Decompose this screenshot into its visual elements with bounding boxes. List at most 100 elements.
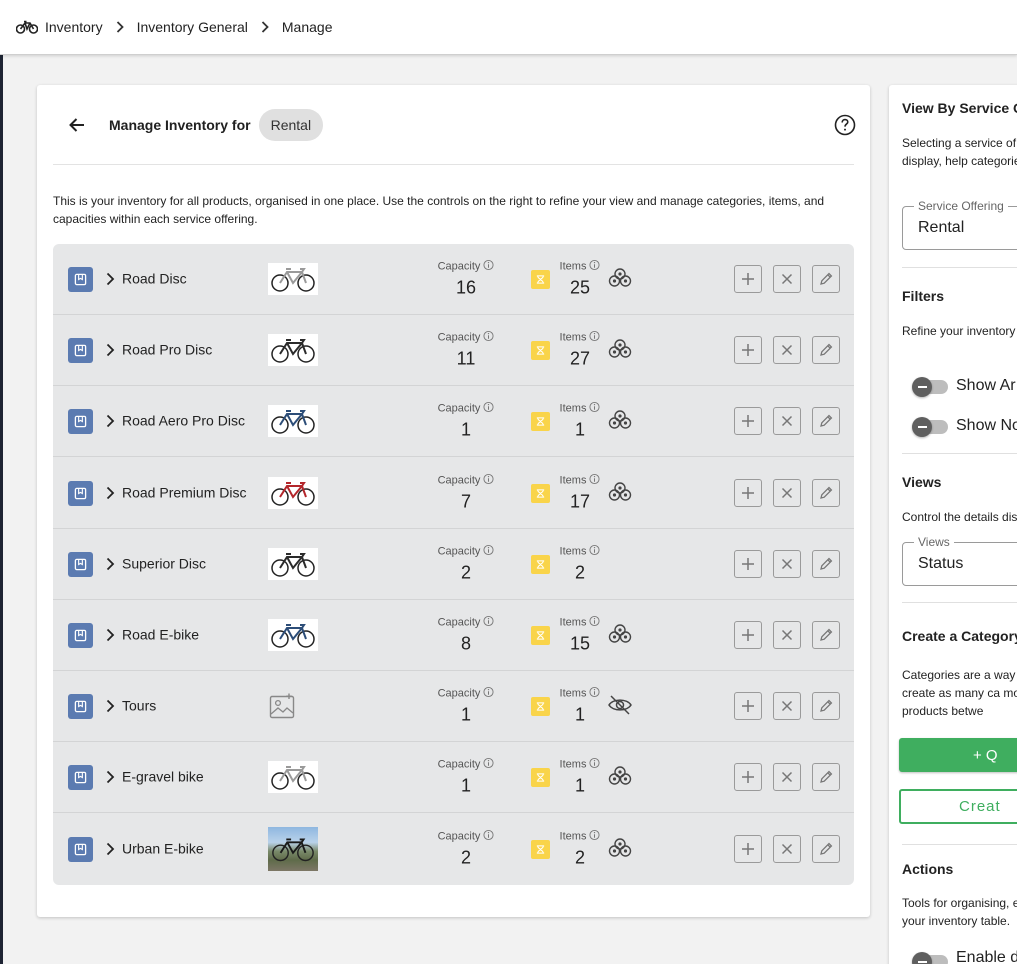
items-value: 2	[574, 847, 585, 868]
delete-button[interactable]	[773, 478, 801, 507]
edit-button[interactable]	[812, 265, 840, 293]
service-offering-label: Service Offering	[914, 199, 1008, 213]
chevron-right-icon[interactable]	[102, 769, 118, 785]
close-icon	[781, 273, 793, 285]
quick-create-button[interactable]: + Q	[899, 738, 1017, 772]
items-value: 17	[569, 491, 591, 512]
divider	[902, 453, 1017, 454]
edit-button[interactable]	[812, 549, 840, 578]
actions-title: Actions	[902, 861, 954, 877]
info-icon[interactable]	[589, 830, 600, 844]
chevron-right-icon[interactable]	[102, 627, 118, 643]
category-box-icon	[68, 837, 93, 863]
info-icon[interactable]	[483, 402, 494, 416]
group-items-icon[interactable]	[607, 267, 633, 289]
group-items-icon[interactable]	[607, 623, 633, 645]
info-icon[interactable]	[483, 259, 494, 274]
group-items-icon[interactable]	[607, 338, 633, 360]
add-button[interactable]	[734, 692, 762, 721]
add-button[interactable]	[734, 478, 762, 507]
info-icon[interactable]	[589, 544, 600, 558]
views-select[interactable]: Views Status	[902, 535, 1017, 586]
group-items-icon[interactable]	[607, 837, 633, 859]
chevron-right-icon[interactable]	[102, 342, 118, 358]
table-row: Superior Disc Capacity 2 Items 2	[53, 529, 854, 600]
info-icon[interactable]	[483, 830, 494, 844]
product-thumbnail	[268, 476, 318, 509]
edit-button[interactable]	[812, 835, 840, 864]
create-category-text: Categories are a way can create as many …	[902, 668, 1017, 718]
breadcrumb-inventory-general[interactable]: Inventory General	[137, 19, 248, 35]
info-icon[interactable]	[589, 402, 600, 416]
add-button[interactable]	[734, 336, 762, 365]
help-icon[interactable]	[834, 114, 856, 136]
edit-button[interactable]	[812, 407, 840, 436]
edit-button[interactable]	[812, 478, 840, 507]
capacity-value: 11	[456, 348, 476, 369]
items-value: 25	[569, 277, 591, 298]
add-button[interactable]	[734, 621, 762, 649]
delete-button[interactable]	[773, 621, 801, 649]
category-name: Urban E-bike	[122, 840, 204, 857]
inventory-description: This is your inventory for all products,…	[53, 194, 825, 226]
chevron-right-icon[interactable]	[102, 841, 118, 857]
items-cell: Items 1	[551, 687, 609, 726]
delete-button[interactable]	[773, 407, 801, 436]
info-icon[interactable]	[589, 331, 600, 345]
items-cell: Items 25	[551, 259, 609, 299]
category-box-icon	[68, 480, 93, 506]
group-items-icon[interactable]	[607, 765, 633, 787]
delete-button[interactable]	[773, 549, 801, 578]
chevron-right-icon[interactable]	[102, 413, 118, 429]
chevron-right-icon[interactable]	[102, 485, 118, 501]
chevron-right-icon[interactable]	[102, 271, 118, 287]
category-name: Road E-bike	[122, 626, 200, 643]
service-offering-select[interactable]: Service Offering Rental	[902, 199, 1017, 250]
service-offering-value: Rental	[918, 219, 965, 236]
info-icon[interactable]	[483, 758, 494, 772]
delete-button[interactable]	[773, 336, 801, 365]
show-all-toggle[interactable]	[912, 377, 948, 397]
add-button[interactable]	[734, 265, 762, 293]
edit-button[interactable]	[812, 336, 840, 365]
top-breadcrumb-bar: Inventory Inventory General Manage	[0, 0, 1017, 55]
group-items-icon[interactable]	[607, 481, 633, 503]
capacity-label: Capacity	[437, 260, 481, 273]
edit-button[interactable]	[812, 763, 840, 792]
info-icon[interactable]	[483, 615, 494, 630]
info-icon[interactable]	[589, 615, 600, 630]
enable-toggle[interactable]	[912, 952, 948, 964]
info-icon[interactable]	[483, 331, 494, 345]
chevron-right-icon[interactable]	[102, 556, 118, 572]
views-label: Views	[914, 535, 954, 549]
plus-icon	[742, 771, 754, 784]
filters-title: Filters	[902, 288, 945, 304]
eye-off-icon[interactable]	[607, 694, 633, 716]
info-icon[interactable]	[483, 544, 494, 558]
info-icon[interactable]	[589, 259, 600, 274]
group-items-icon[interactable]	[607, 409, 633, 431]
back-button[interactable]	[53, 101, 101, 149]
breadcrumb-inventory[interactable]: Inventory	[45, 19, 103, 35]
info-icon[interactable]	[589, 473, 600, 487]
delete-button[interactable]	[773, 763, 801, 792]
add-button[interactable]	[734, 763, 762, 792]
close-icon	[781, 772, 793, 783]
show-none-toggle[interactable]	[912, 417, 948, 437]
info-icon[interactable]	[483, 473, 494, 487]
info-icon[interactable]	[589, 687, 600, 701]
info-icon[interactable]	[589, 758, 600, 772]
edit-button[interactable]	[812, 692, 840, 721]
close-icon	[781, 345, 793, 356]
delete-button[interactable]	[773, 692, 801, 721]
add-button[interactable]	[734, 549, 762, 578]
info-icon[interactable]	[483, 687, 494, 701]
edit-button[interactable]	[812, 621, 840, 649]
chevron-right-icon[interactable]	[102, 698, 118, 714]
add-button[interactable]	[734, 835, 762, 864]
create-category-button[interactable]: Creat	[899, 789, 1017, 824]
add-button[interactable]	[734, 407, 762, 436]
delete-button[interactable]	[773, 265, 801, 293]
row-actions	[734, 621, 840, 649]
delete-button[interactable]	[773, 835, 801, 864]
